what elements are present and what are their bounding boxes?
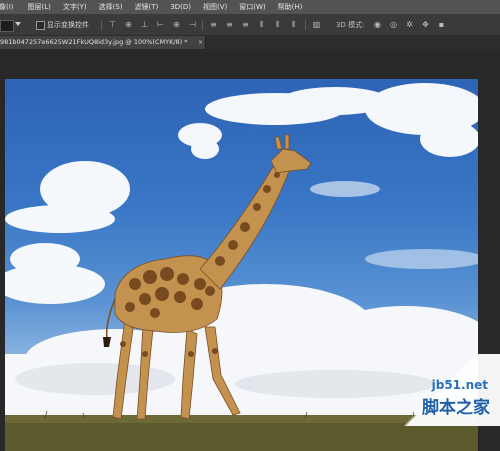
menu-3d[interactable]: 3D(D) — [170, 0, 197, 14]
menu-help[interactable]: 帮助(H) — [278, 0, 309, 14]
chevron-down-icon[interactable] — [15, 22, 21, 26]
watermark-url: jb51.net — [431, 378, 488, 392]
document-tab-title: 981b047257e6625W21FkUQ8id3y.jpg @ 100%(C… — [0, 38, 188, 46]
watermark-text: 脚本之家 — [422, 398, 490, 418]
3d-mode-label: 3D 模式: — [336, 21, 365, 29]
align-top-icon[interactable]: ⊤ — [108, 20, 117, 29]
distribute-right-icon[interactable]: ⦀ — [289, 20, 298, 29]
menu-filter[interactable]: 滤镜(T) — [135, 0, 165, 14]
menu-select[interactable]: 选择(S) — [99, 0, 129, 14]
menu-image[interactable]: 像(I) — [0, 0, 20, 14]
align-left-icon[interactable]: ⊢ — [156, 20, 165, 29]
separator — [202, 20, 203, 30]
separator — [305, 20, 306, 30]
distribute-bottom-icon[interactable]: ≡ — [241, 20, 250, 29]
watermark: jb51.net 脚本之家 — [385, 354, 500, 426]
document-tab-bar: 981b047257e6625W21FkUQ8id3y.jpg @ 100%(C… — [0, 36, 500, 49]
distribute-top-icon[interactable]: ≡ — [209, 20, 218, 29]
show-transform-checkbox[interactable] — [36, 21, 45, 30]
menu-layer[interactable]: 图层(L) — [28, 0, 57, 14]
tool-preset-field[interactable] — [0, 20, 14, 32]
align-hcenter-icon[interactable]: ⊕ — [172, 20, 181, 29]
3d-slide-icon[interactable]: ✥ — [421, 20, 430, 29]
3d-rotate-icon[interactable]: ◉ — [373, 20, 382, 29]
close-icon[interactable]: × — [198, 38, 203, 47]
menu-window[interactable]: 窗口(W) — [239, 0, 271, 14]
distribute-left-icon[interactable]: ⦀ — [257, 20, 266, 29]
separator — [101, 20, 102, 30]
3d-roll-icon[interactable]: ◎ — [389, 20, 398, 29]
show-transform-label: 显示变换控件 — [47, 21, 89, 29]
options-bar: 显示变换控件 ⊤ ⊕ ⊥ ⊢ ⊕ ⊣ ≡ ≡ ≡ ⦀ ⦀ ⦀ ▥ 3D 模式: … — [0, 15, 500, 36]
3d-scale-icon[interactable]: ▪ — [437, 20, 446, 29]
auto-align-icon[interactable]: ▥ — [312, 20, 321, 29]
menu-bar: 像(I) 图层(L) 文字(Y) 选择(S) 滤镜(T) 3D(D) 视图(V)… — [0, 0, 500, 15]
distribute-vcenter-icon[interactable]: ≡ — [225, 20, 234, 29]
align-bottom-icon[interactable]: ⊥ — [140, 20, 149, 29]
distribute-hcenter-icon[interactable]: ⦀ — [273, 20, 282, 29]
document-tab[interactable]: 981b047257e6625W21FkUQ8id3y.jpg @ 100%(C… — [0, 36, 206, 49]
3d-pan-icon[interactable]: ✲ — [405, 20, 414, 29]
align-vcenter-icon[interactable]: ⊕ — [124, 20, 133, 29]
align-right-icon[interactable]: ⊣ — [188, 20, 197, 29]
menu-view[interactable]: 视图(V) — [203, 0, 233, 14]
menu-type[interactable]: 文字(Y) — [63, 0, 93, 14]
